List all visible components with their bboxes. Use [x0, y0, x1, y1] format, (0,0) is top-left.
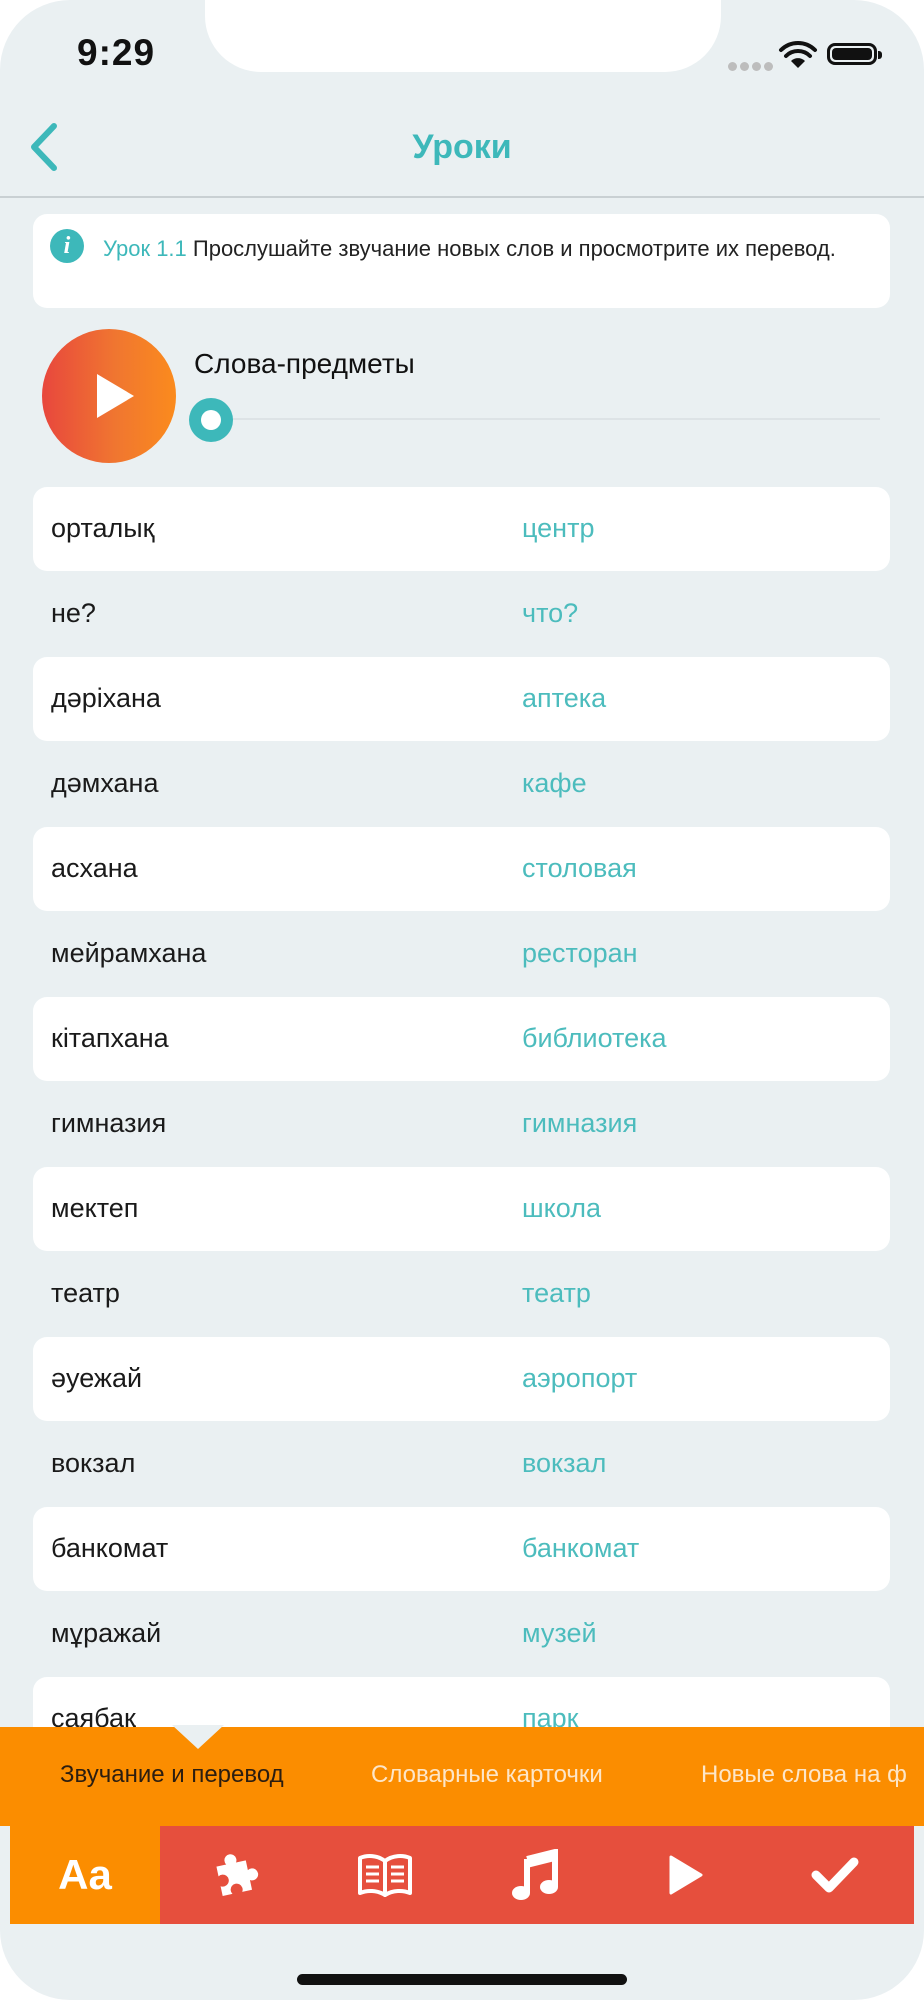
- russian-translation: библиотека: [522, 1023, 667, 1053]
- kazakh-word: мұражай: [51, 1618, 162, 1648]
- word-row[interactable]: саябақ парк: [33, 1677, 890, 1727]
- russian-translation: гимназия: [522, 1108, 638, 1138]
- word-row[interactable]: мұражай музей: [33, 1592, 890, 1676]
- lesson-number: Урок 1.1: [103, 236, 187, 261]
- russian-translation: школа: [522, 1193, 601, 1223]
- russian-translation: театр: [522, 1278, 591, 1308]
- word-row[interactable]: не? что?: [33, 572, 890, 656]
- word-row[interactable]: дәріхана аптека: [33, 657, 890, 741]
- kazakh-word: кітапхана: [51, 1023, 169, 1053]
- battery-icon: [827, 43, 882, 65]
- kazakh-word: мектеп: [51, 1193, 139, 1223]
- kazakh-word: мейрамхана: [51, 938, 207, 968]
- book-icon: [358, 1854, 412, 1897]
- cellular-signal-icon: [728, 58, 776, 76]
- word-row[interactable]: әуежай аэропорт: [33, 1337, 890, 1421]
- audio-progress-track[interactable]: [213, 418, 880, 420]
- tab-new-words[interactable]: Новые слова на ф: [701, 1761, 907, 1789]
- kazakh-word: банкомат: [51, 1533, 169, 1563]
- check-icon: [811, 1857, 859, 1893]
- word-row[interactable]: вокзал вокзал: [33, 1422, 890, 1506]
- video-play-button[interactable]: [610, 1826, 760, 1924]
- tab-sound-and-translation[interactable]: Звучание и перевод: [60, 1761, 284, 1789]
- phone-screen: 9:29 Уроки i Урок 1.1 Прослушайте звучан…: [0, 0, 924, 2000]
- wifi-icon: [779, 40, 817, 68]
- tab-word-cards[interactable]: Словарные карточки: [371, 1761, 603, 1789]
- play-icon: [669, 1855, 703, 1895]
- home-indicator: [297, 1974, 627, 1985]
- lesson-info-card: i Урок 1.1 Прослушайте звучание новых сл…: [33, 214, 890, 308]
- russian-translation: что?: [522, 598, 579, 628]
- kazakh-word: дәмхана: [51, 768, 159, 798]
- status-time: 9:29: [77, 32, 156, 73]
- russian-translation: аэропорт: [522, 1363, 638, 1393]
- russian-translation: кафе: [522, 768, 587, 798]
- kazakh-word: театр: [51, 1278, 120, 1308]
- kazakh-word: орталық: [51, 513, 155, 543]
- track-title: Слова-предметы: [194, 348, 415, 379]
- active-tab-pointer: [172, 1725, 224, 1749]
- lesson-instructions: Урок 1.1 Прослушайте звучание новых слов…: [103, 236, 873, 262]
- word-row[interactable]: кітапхана библиотека: [33, 997, 890, 1081]
- word-row[interactable]: асхана столовая: [33, 827, 890, 911]
- audio-progress-knob[interactable]: [189, 398, 233, 442]
- puzzle-button[interactable]: [160, 1826, 310, 1924]
- russian-translation: музей: [522, 1618, 597, 1648]
- status-bar: 9:29: [0, 0, 924, 100]
- word-row[interactable]: театр театр: [33, 1252, 890, 1336]
- russian-translation: ресторан: [522, 938, 638, 968]
- page-title: Уроки: [412, 128, 512, 166]
- lesson-instruction-text: Прослушайте звучание новых слов и просмо…: [186, 236, 836, 261]
- kazakh-word: гимназия: [51, 1108, 167, 1138]
- word-row[interactable]: гимназия гимназия: [33, 1082, 890, 1166]
- lesson-tabs: Звучание и перевод Словарные карточки Но…: [0, 1727, 924, 1826]
- kazakh-word: саябақ: [51, 1703, 136, 1727]
- russian-translation: столовая: [522, 853, 637, 883]
- russian-translation: аптека: [522, 683, 607, 713]
- russian-translation: вокзал: [522, 1448, 607, 1478]
- russian-translation: банкомат: [522, 1533, 640, 1563]
- text-size-button[interactable]: Aa: [10, 1826, 160, 1924]
- kazakh-word: әуежай: [51, 1363, 143, 1393]
- word-row[interactable]: дәмхана кафе: [33, 742, 890, 826]
- russian-translation: парк: [522, 1703, 579, 1727]
- text-size-icon: Aa: [58, 1851, 112, 1898]
- word-row[interactable]: орталық центр: [33, 487, 890, 571]
- russian-translation: центр: [522, 513, 595, 543]
- kazakh-word: дәріхана: [51, 683, 161, 713]
- word-list[interactable]: орталық центр не? что? дәріхана аптека дәмхана…: [0, 487, 924, 1727]
- word-row[interactable]: мектеп школа: [33, 1167, 890, 1251]
- bottom-toolbar: Aa: [10, 1826, 914, 1924]
- music-note-icon: [512, 1849, 558, 1900]
- play-button[interactable]: [42, 329, 176, 463]
- info-icon: i: [50, 229, 84, 263]
- nav-bar: Уроки: [0, 100, 924, 198]
- kazakh-word: асхана: [51, 853, 138, 883]
- kazakh-word: не?: [51, 598, 96, 628]
- word-row[interactable]: мейрамхана ресторан: [33, 912, 890, 996]
- kazakh-word: вокзал: [51, 1448, 136, 1478]
- word-row[interactable]: банкомат банкомат: [33, 1507, 890, 1591]
- book-button[interactable]: [310, 1826, 460, 1924]
- music-button[interactable]: [460, 1826, 610, 1924]
- puzzle-icon: [216, 1854, 259, 1896]
- check-button[interactable]: [760, 1826, 910, 1924]
- notch: [205, 0, 721, 72]
